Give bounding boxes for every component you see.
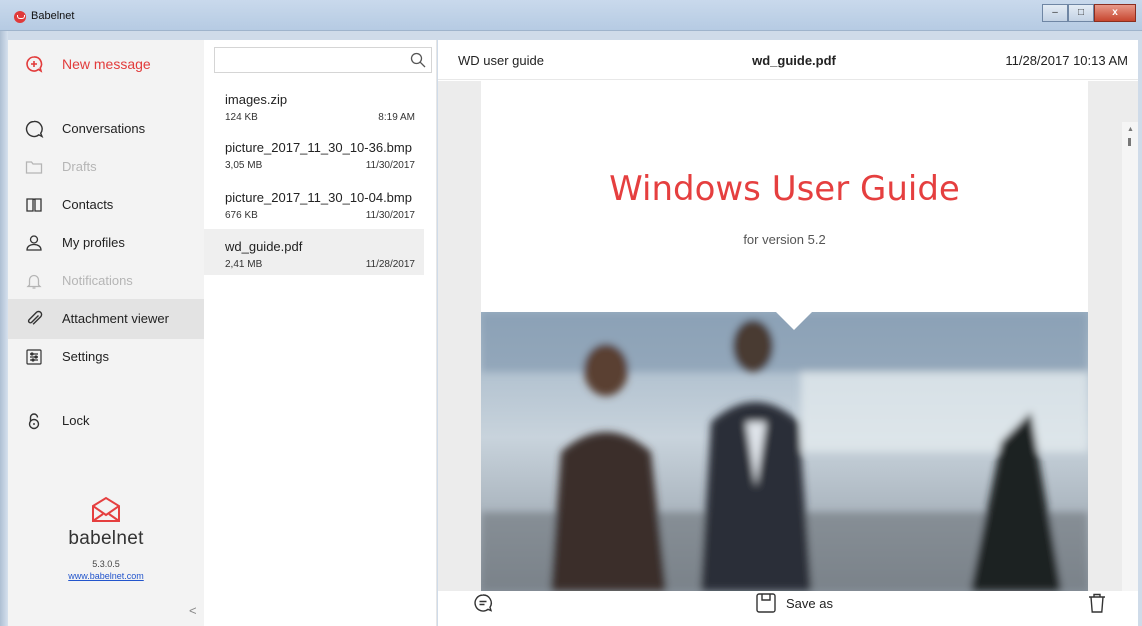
sidebar: New message Conversations Drafts Contact…: [8, 40, 204, 626]
file-name: picture_2017_11_30_10-36.bmp: [225, 140, 412, 155]
babelnet-logo: [8, 495, 204, 530]
lock-icon: [24, 411, 44, 431]
collapse-sidebar-button[interactable]: <: [189, 603, 197, 618]
sidebar-item-label: Drafts: [62, 159, 97, 174]
title-bar: Babelnet – □ x: [0, 0, 1142, 31]
window-frame-right: [1138, 31, 1142, 626]
search-icon[interactable]: [409, 51, 427, 69]
sidebar-item-label: Contacts: [62, 197, 114, 212]
message-subject: WD user guide: [458, 53, 544, 68]
window-controls: – □ x: [1042, 4, 1136, 22]
maximize-button[interactable]: □: [1068, 4, 1094, 22]
sidebar-item-contacts[interactable]: Contacts: [8, 185, 204, 225]
sidebar-item-my-profiles[interactable]: My profiles: [8, 223, 204, 263]
file-name: picture_2017_11_30_10-04.bmp: [225, 190, 412, 205]
sidebar-item-drafts[interactable]: Drafts: [8, 147, 204, 187]
sidebar-item-notifications[interactable]: Notifications: [8, 261, 204, 301]
file-item[interactable]: picture_2017_11_30_10-04.bmp 676 KB 11/3…: [204, 180, 424, 226]
brand-name: babelnet: [68, 528, 144, 549]
chat-bubble-icon: [24, 119, 44, 139]
file-item-selected[interactable]: wd_guide.pdf 2,41 MB 11/28/2017: [204, 229, 424, 275]
file-date: 11/30/2017: [365, 160, 415, 171]
sidebar-item-label: Conversations: [62, 121, 146, 136]
save-icon: [754, 591, 778, 615]
document-page: Windows User Guide for version 5.2: [481, 81, 1088, 591]
new-message-label: New message: [62, 56, 151, 72]
babelnet-app-icon: [14, 11, 26, 23]
file-size: 124 KB: [225, 112, 258, 123]
delete-button[interactable]: [1086, 591, 1108, 615]
file-name: images.zip: [225, 92, 288, 107]
document-title: Windows User Guide: [609, 169, 960, 209]
new-message-button[interactable]: New message: [8, 44, 204, 84]
folder-icon: [24, 157, 44, 177]
file-size: 2,41 MB: [225, 259, 263, 270]
window-title: Babelnet: [31, 10, 75, 22]
envelope-logo-icon: [92, 496, 120, 522]
viewer-toolbar: Save as: [438, 591, 1138, 626]
close-button[interactable]: x: [1094, 4, 1136, 22]
trash-icon: [1089, 593, 1105, 613]
attachment-datetime: 11/28/2017 10:13 AM: [1005, 53, 1128, 68]
website-link[interactable]: www.babelnet.com: [8, 571, 204, 581]
scrollbar-thumb[interactable]: [1128, 138, 1131, 146]
lock-button[interactable]: Lock: [8, 401, 204, 441]
file-date: 8:19 AM: [378, 112, 415, 123]
sidebar-item-label: Attachment viewer: [62, 311, 169, 326]
paperclip-icon: [24, 309, 44, 329]
search-input[interactable]: [219, 51, 405, 69]
file-date: 11/28/2017: [365, 259, 415, 270]
app-window: Babelnet – □ x New message Conversations…: [0, 0, 1142, 626]
attachment-viewer: WD user guide wd_guide.pdf 11/28/2017 10…: [438, 40, 1138, 626]
sidebar-item-conversations[interactable]: Conversations: [8, 109, 204, 149]
attachment-list-panel: images.zip 124 KB 8:19 AM picture_2017_1…: [204, 40, 437, 626]
document-scrollbar[interactable]: ▲ ▼: [1122, 122, 1138, 591]
save-as-button[interactable]: Save as: [754, 589, 833, 617]
scroll-up-arrow-icon[interactable]: ▲: [1127, 126, 1134, 133]
comment-button[interactable]: [471, 591, 495, 615]
sidebar-item-settings[interactable]: Settings: [8, 337, 204, 377]
book-icon: [24, 195, 44, 215]
viewer-header: WD user guide wd_guide.pdf 11/28/2017 10…: [438, 40, 1138, 80]
window-frame-left: [0, 31, 8, 626]
bell-icon: [24, 271, 44, 291]
lock-label: Lock: [62, 413, 90, 428]
document-subtitle: for version 5.2: [743, 232, 826, 247]
attachment-filename: wd_guide.pdf: [752, 53, 836, 68]
sidebar-item-label: Notifications: [62, 273, 133, 288]
document-preview-area[interactable]: Windows User Guide for version 5.2 ▲: [438, 81, 1138, 591]
file-date: 11/30/2017: [365, 210, 415, 221]
minimize-button[interactable]: –: [1042, 4, 1068, 22]
search-box[interactable]: [214, 47, 432, 73]
comment-icon: [474, 594, 493, 612]
new-message-icon: [24, 54, 44, 74]
sidebar-item-attachment-viewer[interactable]: Attachment viewer: [8, 299, 204, 339]
app-version: 5.3.0.5: [92, 559, 120, 569]
person-icon: [24, 233, 44, 253]
file-size: 676 KB: [225, 210, 258, 221]
cover-photo: [481, 312, 1088, 591]
file-item[interactable]: images.zip 124 KB 8:19 AM: [204, 82, 424, 128]
file-size: 3,05 MB: [225, 160, 263, 171]
sidebar-item-label: Settings: [62, 349, 109, 364]
save-as-label: Save as: [786, 595, 833, 611]
sidebar-item-label: My profiles: [62, 235, 125, 250]
settings-icon: [24, 347, 44, 367]
file-name: wd_guide.pdf: [225, 239, 303, 254]
file-item[interactable]: picture_2017_11_30_10-36.bmp 3,05 MB 11/…: [204, 130, 424, 176]
